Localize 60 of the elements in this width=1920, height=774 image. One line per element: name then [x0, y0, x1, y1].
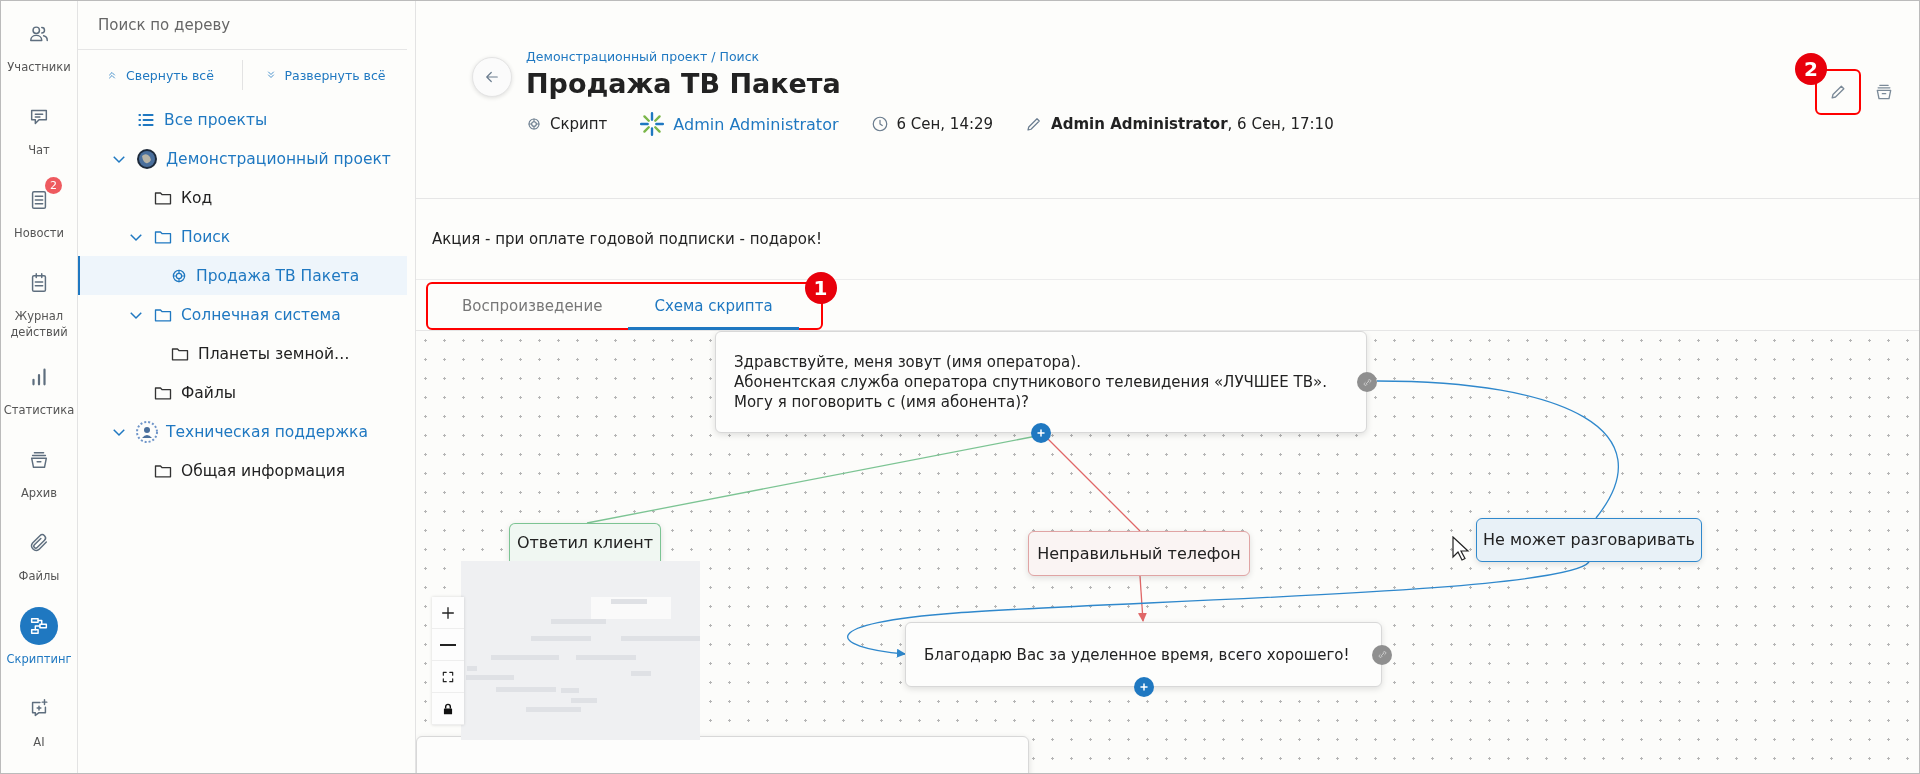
- node-text: Абонентская служба оператора спутникового телевидения «ЛУЧШЕЕ ТВ».: [734, 372, 1328, 392]
- plus-icon: [1137, 681, 1150, 693]
- expand-all-button[interactable]: Развернуть всё: [243, 66, 407, 84]
- search-field[interactable]: Поиск по дереву: [78, 1, 407, 50]
- link-button[interactable]: [1357, 372, 1377, 392]
- add-button[interactable]: [1031, 423, 1051, 443]
- nav-item[interactable]: Журнал действий: [1, 263, 77, 359]
- script-node[interactable]: Благодарю Вас за уделенное время, всего хорошего!: [905, 622, 1382, 687]
- script-type: Скрипт: [550, 115, 608, 133]
- nav-item[interactable]: Скриптинг: [1, 607, 77, 691]
- tree-item[interactable]: Общая информация: [181, 461, 346, 480]
- fit-view-button[interactable]: [432, 661, 464, 693]
- node-text: Здравствуйте, меня зовут (имя оператора).: [734, 352, 1082, 372]
- nav-item[interactable]: Участники: [1, 15, 77, 98]
- description: Акция - при оплате годовой подписки - подарок!: [432, 230, 822, 248]
- annotation-marker: 1: [804, 272, 837, 304]
- plus-icon: [440, 604, 456, 621]
- tree-item[interactable]: Файлы: [181, 383, 237, 402]
- node-text: Могу я поговорить с (имя абонента)?: [734, 392, 1031, 412]
- tree-item[interactable]: Солнечная система: [181, 305, 341, 324]
- tree-item[interactable]: Поиск: [181, 227, 231, 246]
- tree-item[interactable]: Демонстрационный проект: [166, 149, 391, 168]
- answer-node[interactable]: Не может разговаривать: [1476, 518, 1702, 562]
- cursor-icon: [1452, 536, 1472, 562]
- answer-node[interactable]: Ответил клиент: [509, 523, 661, 561]
- answer-node[interactable]: Неправильный телефон: [1028, 531, 1250, 576]
- gear-icon: [526, 116, 542, 132]
- clock-icon: [870, 115, 889, 133]
- author-link[interactable]: Admin Administrator: [673, 114, 839, 134]
- tree-item[interactable]: Все проекты: [164, 110, 268, 129]
- nav-item[interactable]: AI: [1, 690, 77, 773]
- zoom-in-button[interactable]: [432, 597, 464, 629]
- avatar-icon: [639, 111, 666, 137]
- nav-item[interactable]: Статистика: [1, 358, 77, 442]
- tree-item[interactable]: Планеты земной…: [198, 344, 350, 363]
- lock-button[interactable]: [432, 693, 464, 725]
- fullscreen-icon: [441, 669, 455, 684]
- node-text: Благодарю Вас за уделенное время, всего хорошего!: [924, 644, 1351, 665]
- link-icon: [1376, 649, 1388, 660]
- collapse-all-button[interactable]: Свернуть всё: [78, 66, 242, 84]
- plus-icon: [1035, 427, 1047, 439]
- minus-icon: [440, 643, 456, 646]
- page-title: Продажа ТВ Пакета: [526, 68, 842, 99]
- created-date: 6 Сен, 14:29: [896, 115, 994, 133]
- tree-item[interactable]: Техническая поддержка: [166, 422, 368, 441]
- tab[interactable]: Воспроизведение: [436, 284, 629, 330]
- edited-info: Admin Administrator, 6 Сен, 17:10: [1051, 115, 1334, 133]
- nav-item[interactable]: Файлы: [1, 524, 77, 608]
- globe-icon: [136, 147, 158, 170]
- script-node[interactable]: Здравствуйте, меня зовут (имя оператора). Абонентская служба оператора спутникового телевидения «ЛУЧШЕЕ ТВ». Могу я поговорить с (имя абонента)?: [715, 331, 1367, 433]
- archive-icon: [1874, 82, 1894, 102]
- zoom-out-button[interactable]: [432, 629, 464, 661]
- breadcrumb[interactable]: Демонстрационный проект / Поиск: [526, 49, 760, 64]
- lock-icon: [441, 701, 455, 716]
- link-icon: [1361, 376, 1373, 388]
- tree-item[interactable]: Код: [181, 188, 213, 207]
- notification-badge: 2: [45, 176, 62, 194]
- nav-item[interactable]: Архив: [1, 441, 77, 525]
- annotation-marker: 2: [1795, 53, 1827, 85]
- team-icon: [136, 420, 158, 443]
